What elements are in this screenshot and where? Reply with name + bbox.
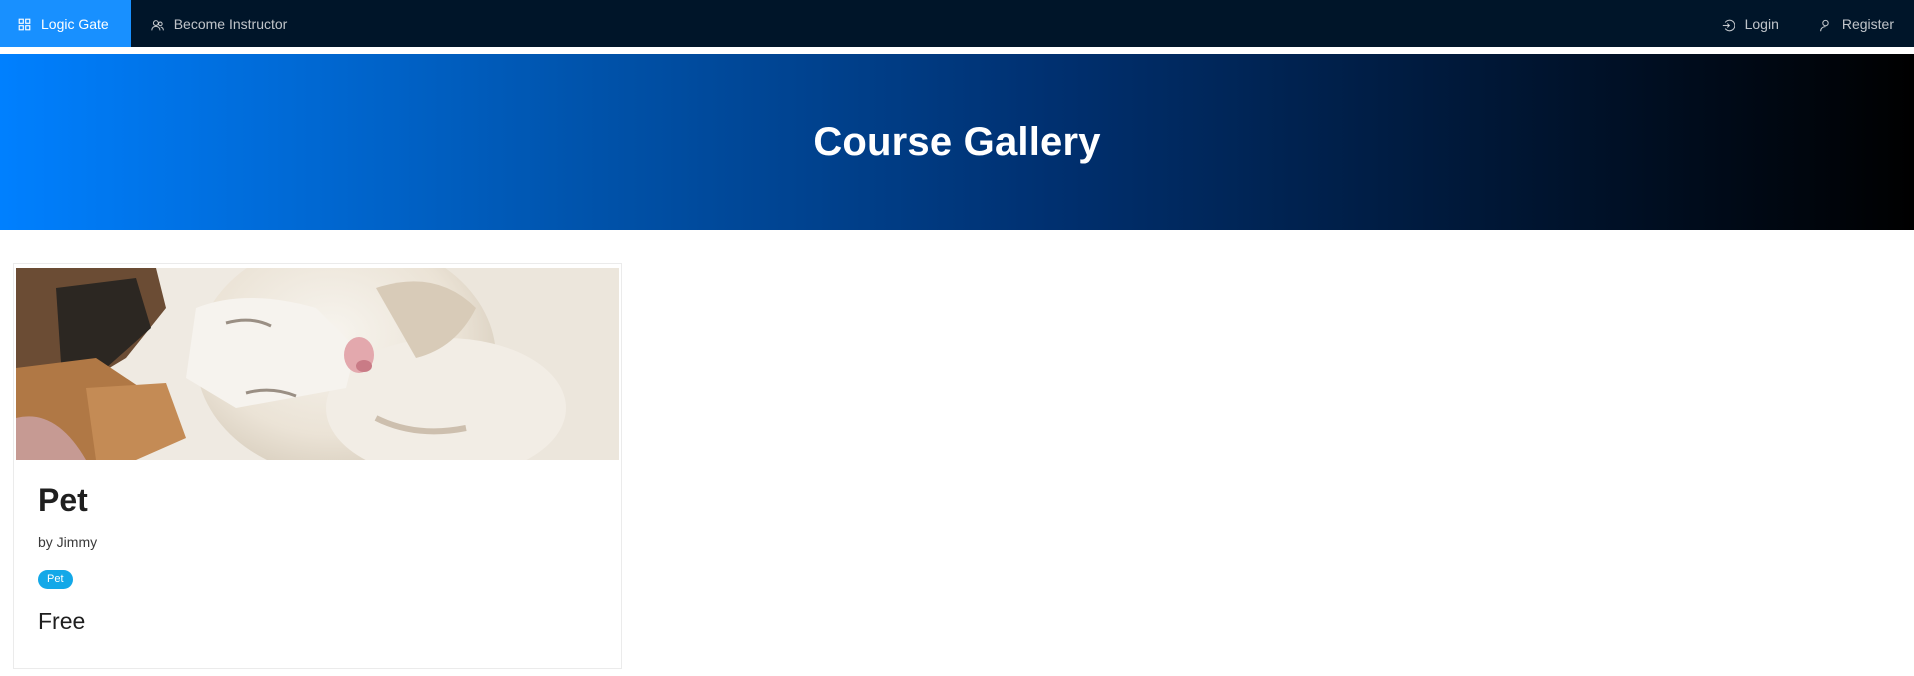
hero-banner: Course Gallery	[0, 54, 1914, 230]
course-title[interactable]: Pet	[38, 484, 601, 516]
nav-brand-label: Logic Gate	[41, 15, 109, 32]
nav-login[interactable]: Login	[1702, 0, 1799, 47]
nav-become-instructor-label: Become Instructor	[173, 15, 288, 32]
nav-register[interactable]: Register	[1799, 0, 1914, 47]
course-thumbnail[interactable]	[16, 268, 619, 460]
nav-login-label: Login	[1744, 15, 1779, 32]
nav-register-label: Register	[1841, 15, 1894, 32]
nav-left: Logic Gate Become Instructor	[0, 0, 307, 47]
course-card-body: Pet by Jimmy Pet Free	[38, 484, 601, 635]
course-card[interactable]: Pet by Jimmy Pet Free	[13, 263, 622, 669]
course-author: by Jimmy	[38, 534, 98, 550]
login-icon	[1722, 19, 1735, 31]
sleeping-cat-image	[16, 268, 619, 460]
app-grid-icon	[18, 18, 31, 31]
nav-become-instructor[interactable]: Become Instructor	[131, 0, 308, 47]
user-add-icon	[1819, 19, 1829, 31]
top-navbar: Logic Gate Become Instructor Login Regis…	[0, 0, 1914, 47]
nav-right: Login Register	[1702, 0, 1914, 47]
team-icon	[151, 19, 164, 30]
nav-brand-logic-gate[interactable]: Logic Gate	[0, 0, 131, 47]
page-title: Course Gallery	[813, 119, 1101, 164]
course-tag: Pet	[38, 570, 73, 589]
course-price: Free	[38, 608, 86, 634]
